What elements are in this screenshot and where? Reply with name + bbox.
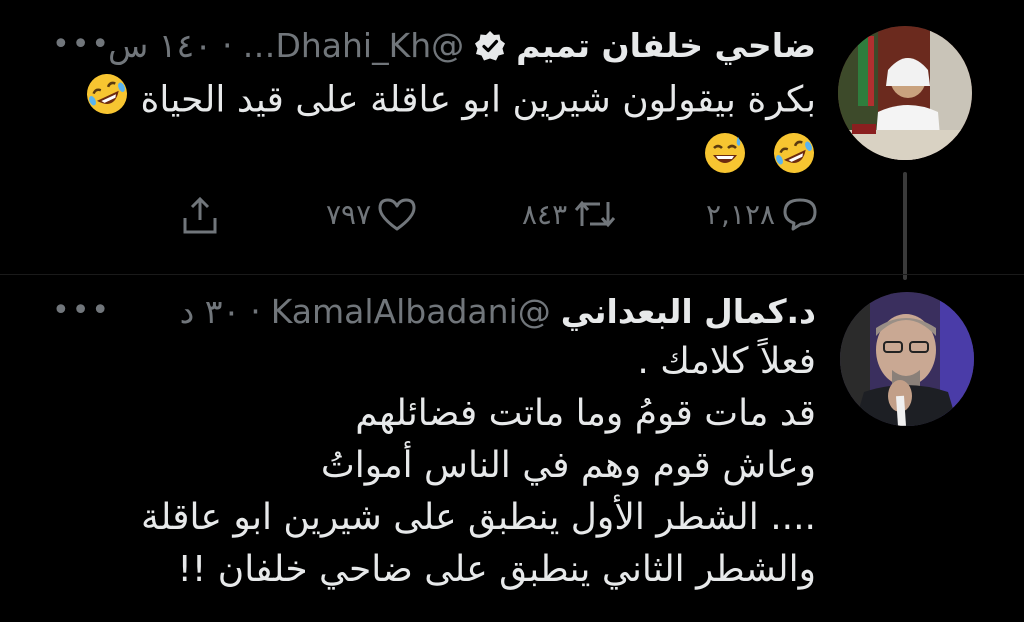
verified-badge-icon [474,30,506,62]
grinning-sweat-emoji-icon [703,131,747,190]
retweet-count: ٨٤٣ [522,197,568,231]
avatar-tweet-1[interactable] [838,26,972,160]
timestamp[interactable]: ٣٠ د [180,292,241,332]
tweet-2-header: د.كمال البعداني @KamalAlbadani · ٣٠ د [180,292,816,332]
tweet-2-line-3: وعاش قوم وهم في الناس أمواتُ [320,445,816,486]
tweet-2-line-5: والشطر الثاني ينطبق على ضاحي خلفان !! [177,549,816,590]
share-icon [180,196,220,236]
separator-dot: · [221,26,233,65]
tweet-divider [0,274,1024,275]
tweet-2[interactable]: د.كمال البعداني @KamalAlbadani · ٣٠ د ••… [0,280,1024,622]
tweet-text: بكرة بيقولون شيرين ابو عاقلة على قيد الح… [140,79,816,121]
rolling-on-floor-laughing-emoji-icon [85,72,129,131]
tweet-1-header: ضاحي خلفان تميم @Dhahi_Kh… · ١٤٠ س [108,26,816,66]
tweet-2-line-2: قد مات قومُ وما ماتت فضائلهم [355,393,816,434]
tweet-1-line-1: بكرة بيقولون شيرين ابو عاقلة على قيد الح… [87,72,816,131]
retweet-icon [573,196,617,232]
share-button[interactable] [180,196,220,236]
separator-dot: · [250,292,261,331]
display-name[interactable]: د.كمال البعداني [561,292,816,332]
handle[interactable]: @Dhahi_Kh… [242,26,464,66]
timestamp[interactable]: ١٤٠ س [108,26,212,66]
more-options-icon[interactable]: ••• [52,30,111,60]
heart-icon [377,196,417,232]
retweet-button[interactable]: ٨٤٣ [522,196,617,232]
reply-button[interactable]: ٢,١٢٨ [706,196,819,232]
tweet-1-text: بكرة بيقولون شيرين ابو عاقلة على قيد الح… [87,72,816,190]
rolling-on-floor-laughing-emoji-icon [772,131,816,190]
handle[interactable]: @KamalAlbadani [271,292,551,332]
tweet-2-line-1: فعلاً كلامك . [637,341,816,382]
display-name[interactable]: ضاحي خلفان تميم [516,26,816,66]
like-button[interactable]: ٧٩٧ [326,196,417,232]
tweet-1[interactable]: ضاحي خلفان تميم @Dhahi_Kh… · ١٤٠ س ••• ب… [0,0,1024,280]
reply-icon [781,196,819,232]
thread-connector-line [903,172,907,280]
tweet-1-line-2 [116,131,816,190]
avatar-tweet-2[interactable] [840,292,974,426]
avatar-photo-2 [840,292,974,426]
tweet-2-line-4: .... الشطر الأول ينطبق على شيرين ابو عاق… [141,497,816,538]
more-options-icon[interactable]: ••• [52,296,111,326]
tweet-2-text: فعلاً كلامك . قد مات قومُ وما ماتت فضائل… [96,336,816,596]
reply-count: ٢,١٢٨ [706,197,776,231]
like-count: ٧٩٧ [326,197,372,231]
avatar-photo-1 [838,26,972,160]
